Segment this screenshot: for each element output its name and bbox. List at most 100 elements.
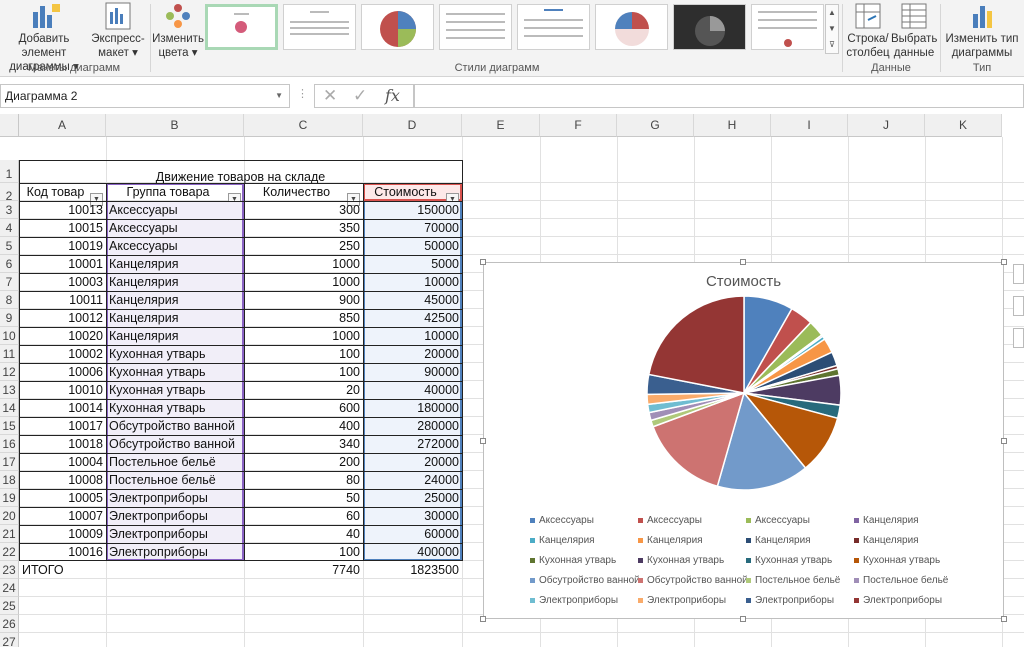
- chart-elements-button[interactable]: [1013, 264, 1024, 284]
- column-header-b[interactable]: B: [106, 114, 244, 137]
- legend-entry[interactable]: Канцелярия: [530, 535, 595, 546]
- row-header[interactable]: 18: [0, 471, 19, 489]
- group-cell[interactable]: Аксессуары: [107, 237, 243, 255]
- resize-handle[interactable]: [480, 616, 486, 622]
- quantity-cell[interactable]: 80: [245, 471, 362, 489]
- code-cell[interactable]: 10003: [20, 273, 105, 291]
- row-header[interactable]: 19: [0, 489, 19, 507]
- legend-entry[interactable]: Электроприборы: [530, 595, 618, 606]
- column-header-a[interactable]: A: [19, 114, 106, 137]
- code-cell[interactable]: 10013: [20, 201, 105, 219]
- formula-input[interactable]: [414, 84, 1024, 108]
- quantity-cell[interactable]: 1000: [245, 273, 362, 291]
- quantity-cell[interactable]: 600: [245, 399, 362, 417]
- legend-entry[interactable]: Кухонная утварь: [638, 555, 724, 566]
- resize-handle[interactable]: [480, 259, 486, 265]
- row-header[interactable]: 8: [0, 291, 19, 309]
- row-header[interactable]: 11: [0, 345, 19, 363]
- quantity-cell[interactable]: 300: [245, 201, 362, 219]
- column-header-e[interactable]: E: [462, 114, 540, 137]
- check-icon[interactable]: ✓: [353, 86, 367, 106]
- pie-chart[interactable]: Стоимость Аксессуары Аксессуары Аксессуары…: [480, 259, 1007, 622]
- group-cell[interactable]: Постельное бельё: [107, 471, 243, 489]
- row-header[interactable]: 1: [0, 160, 19, 183]
- chart-filters-button[interactable]: [1013, 328, 1024, 348]
- total-label-cell[interactable]: ИТОГО: [20, 561, 105, 579]
- change-chart-type-button[interactable]: Изменить тип диаграммы: [943, 2, 1021, 60]
- group-cell[interactable]: Канцелярия: [107, 327, 243, 345]
- cost-cell[interactable]: 272000: [364, 435, 461, 453]
- code-cell[interactable]: 10005: [20, 489, 105, 507]
- row-header[interactable]: 25: [0, 597, 19, 615]
- code-cell[interactable]: 10014: [20, 399, 105, 417]
- quantity-cell[interactable]: 100: [245, 543, 362, 561]
- cost-cell[interactable]: 20000: [364, 345, 461, 363]
- quantity-cell[interactable]: 350: [245, 219, 362, 237]
- cost-cell[interactable]: 30000: [364, 507, 461, 525]
- row-header[interactable]: 16: [0, 435, 19, 453]
- chart-style-6[interactable]: [595, 4, 668, 50]
- column-header-cell[interactable]: Количество: [245, 183, 362, 201]
- cost-cell[interactable]: 40000: [364, 381, 461, 399]
- chart-styles-button[interactable]: [1013, 296, 1024, 316]
- quantity-cell[interactable]: 100: [245, 345, 362, 363]
- quantity-cell[interactable]: 340: [245, 435, 362, 453]
- legend-entry[interactable]: Аксессуары: [530, 515, 594, 526]
- group-cell[interactable]: Обсутройство ванной: [107, 417, 243, 435]
- row-header[interactable]: 17: [0, 453, 19, 471]
- legend-entry[interactable]: Кухонная утварь: [746, 555, 832, 566]
- name-box[interactable]: Диаграмма 2 ▼: [0, 84, 290, 108]
- column-header-i[interactable]: I: [771, 114, 848, 137]
- resize-handle[interactable]: [1001, 438, 1007, 444]
- resize-handle[interactable]: [480, 438, 486, 444]
- legend-entry[interactable]: Канцелярия: [638, 535, 703, 546]
- group-cell[interactable]: Канцелярия: [107, 291, 243, 309]
- quantity-cell[interactable]: 250: [245, 237, 362, 255]
- code-cell[interactable]: 10011: [20, 291, 105, 309]
- resize-handle[interactable]: [1001, 259, 1007, 265]
- row-header[interactable]: 21: [0, 525, 19, 543]
- legend-entry[interactable]: Канцелярия: [854, 535, 919, 546]
- quantity-cell[interactable]: 1000: [245, 327, 362, 345]
- cost-cell[interactable]: 70000: [364, 219, 461, 237]
- total-quantity-cell[interactable]: 7740: [245, 561, 362, 579]
- group-cell[interactable]: Кухонная утварь: [107, 381, 243, 399]
- chart-style-5[interactable]: [517, 4, 590, 50]
- legend-entry[interactable]: Кухонная утварь: [854, 555, 940, 566]
- code-cell[interactable]: 10017: [20, 417, 105, 435]
- select-data-button[interactable]: Выбрать данные: [891, 2, 937, 60]
- row-header[interactable]: 13: [0, 381, 19, 399]
- group-cell[interactable]: Канцелярия: [107, 255, 243, 273]
- code-cell[interactable]: 10010: [20, 381, 105, 399]
- quantity-cell[interactable]: 100: [245, 363, 362, 381]
- group-cell[interactable]: Обсутройство ванной: [107, 435, 243, 453]
- quantity-cell[interactable]: 20: [245, 381, 362, 399]
- group-cell[interactable]: Канцелярия: [107, 273, 243, 291]
- quantity-cell[interactable]: 1000: [245, 255, 362, 273]
- quantity-cell[interactable]: 200: [245, 453, 362, 471]
- legend-entry[interactable]: Аксессуары: [638, 515, 702, 526]
- column-header-j[interactable]: J: [848, 114, 925, 137]
- chart-style-7[interactable]: [673, 4, 746, 50]
- row-header[interactable]: 22: [0, 543, 19, 561]
- cost-cell[interactable]: 5000: [364, 255, 461, 273]
- row-header[interactable]: 3: [0, 201, 19, 219]
- group-cell[interactable]: Электроприборы: [107, 525, 243, 543]
- cost-cell[interactable]: 150000: [364, 201, 461, 219]
- resize-handle[interactable]: [740, 616, 746, 622]
- total-cost-cell[interactable]: 1823500: [364, 561, 461, 579]
- code-cell[interactable]: 10008: [20, 471, 105, 489]
- resize-handle[interactable]: [740, 259, 746, 265]
- legend-entry[interactable]: Постельное бельё: [854, 575, 948, 586]
- column-header-h[interactable]: H: [694, 114, 771, 137]
- chart-style-4[interactable]: [439, 4, 512, 50]
- cost-cell[interactable]: 280000: [364, 417, 461, 435]
- quick-layout-button[interactable]: Экспресс- макет ▾: [90, 2, 146, 60]
- code-cell[interactable]: 10006: [20, 363, 105, 381]
- column-header-k[interactable]: K: [925, 114, 1002, 137]
- legend-entry[interactable]: Кухонная утварь: [530, 555, 616, 566]
- row-header[interactable]: 4: [0, 219, 19, 237]
- column-header-c[interactable]: C: [244, 114, 363, 137]
- cost-cell[interactable]: 25000: [364, 489, 461, 507]
- legend-entry[interactable]: Канцелярия: [746, 535, 811, 546]
